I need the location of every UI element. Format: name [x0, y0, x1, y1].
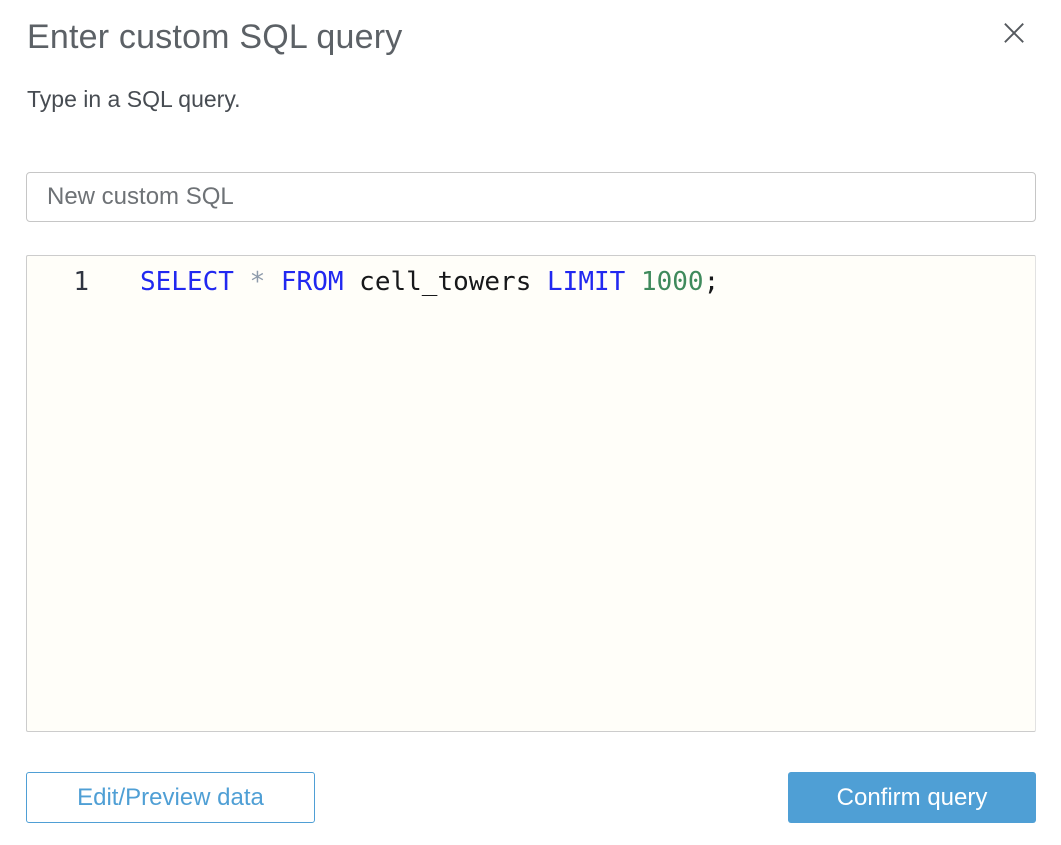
line-number: 1	[73, 267, 89, 297]
code-line-tokens: SELECT * FROM cell_towers LIMIT 1000;	[89, 263, 719, 301]
code-token: *	[249, 267, 266, 297]
code-line: 1 SELECT * FROM cell_towers LIMIT 1000;	[27, 256, 1035, 301]
close-button[interactable]: ×	[992, 10, 1036, 54]
dialog-subtitle: Type in a SQL query.	[27, 86, 241, 112]
edit-preview-data-button[interactable]: Edit/Preview data	[26, 772, 315, 823]
dialog-title: Enter custom SQL query	[27, 18, 403, 56]
edit-preview-data-label: Edit/Preview data	[77, 783, 264, 811]
custom-sql-dialog: Enter custom SQL query × Type in a SQL q…	[0, 0, 1061, 845]
code-token: cell_towers	[359, 267, 532, 297]
code-token: FROM	[280, 267, 344, 297]
confirm-query-label: Confirm query	[836, 783, 988, 811]
custom-sql-name-input[interactable]	[26, 172, 1036, 222]
code-token: 1000	[640, 267, 704, 297]
code-token: SELECT	[140, 267, 234, 297]
sql-code-editor[interactable]: 1 SELECT * FROM cell_towers LIMIT 1000;	[26, 255, 1036, 732]
confirm-query-button[interactable]: Confirm query	[788, 772, 1036, 823]
code-token: LIMIT	[547, 267, 626, 297]
code-token: ;	[703, 267, 720, 297]
close-icon: ×	[998, 10, 1030, 54]
